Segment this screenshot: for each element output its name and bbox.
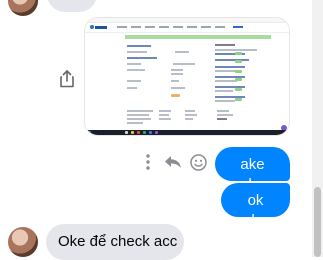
scrollbar[interactable]: [312, 0, 323, 257]
mini-green-button: [235, 98, 242, 101]
mini-green-button: [235, 88, 242, 91]
mini-navlink: [215, 26, 225, 28]
scrollbar-thumb[interactable]: [314, 187, 321, 257]
mini-green-banner: [125, 35, 271, 39]
mini-orange-button: [171, 94, 180, 97]
smiley-icon: [189, 153, 207, 171]
mini-footer-line: [127, 122, 143, 124]
mini-line: [171, 69, 183, 71]
mini-green-button: [235, 52, 242, 55]
mini-line: [215, 70, 237, 72]
more-options-button[interactable]: [141, 152, 155, 172]
mini-line: [127, 87, 137, 89]
mini-heading: [127, 57, 157, 59]
incoming-message-top[interactable]: [47, 0, 97, 12]
incoming-message-text: Oke để check acc: [58, 233, 178, 250]
mini-footer-line: [127, 114, 149, 116]
mini-taskbar: [85, 130, 289, 135]
mini-green-button: [235, 78, 242, 81]
contact-avatar[interactable]: [8, 227, 38, 257]
mini-taskbar-icon: [143, 131, 146, 134]
mini-line: [215, 49, 257, 51]
mini-line: [171, 80, 179, 82]
contact-avatar-top[interactable]: [8, 0, 38, 16]
mini-footer-line: [159, 118, 171, 120]
mini-line: [173, 63, 195, 65]
mini-navlink: [187, 26, 197, 28]
mini-logo: [90, 25, 94, 29]
mini-line: [127, 63, 141, 65]
mini-footer-line: [217, 118, 227, 120]
mini-heading: [127, 45, 151, 47]
mini-navlink: [201, 26, 211, 28]
outgoing-message-text: ok nha: [242, 192, 269, 229]
mini-line: [215, 66, 245, 68]
mini-taskbar-icon: [131, 131, 134, 134]
share-button[interactable]: [50, 62, 84, 96]
reply-icon: [165, 156, 181, 168]
share-icon: [60, 70, 74, 88]
mini-footer-line: [185, 110, 195, 112]
mini-navlink: [233, 26, 243, 28]
chat-thread: ake nha ok nha Oke để check acc: [0, 0, 312, 260]
mini-taskbar-icon: [155, 131, 158, 134]
mini-taskbar-icon: [149, 131, 152, 134]
mini-logo-text: [95, 25, 107, 29]
mini-taskbar-icon: [137, 131, 140, 134]
incoming-message[interactable]: Oke để check acc: [46, 224, 184, 260]
outgoing-message[interactable]: ok nha: [221, 183, 290, 229]
mini-line: [171, 87, 185, 89]
mini-line: [171, 73, 183, 75]
mini-footer-line: [127, 110, 153, 112]
mini-footer-line: [217, 114, 233, 116]
mini-line: [215, 59, 249, 61]
mini-line: [215, 90, 233, 92]
more-vertical-icon: [146, 154, 150, 170]
mini-footer-line: [159, 110, 171, 112]
outgoing-message[interactable]: ake nha: [215, 147, 290, 193]
mini-navlink: [131, 26, 141, 28]
mini-navlink: [145, 26, 155, 28]
mini-footer-line: [159, 114, 169, 116]
mini-navlink: [173, 26, 183, 28]
mini-footer-line: [217, 110, 229, 112]
mini-navbar: [85, 23, 289, 33]
mini-taskbar-icon: [88, 131, 91, 134]
mini-green-button: [235, 60, 242, 63]
mini-line: [215, 44, 235, 46]
mini-navlink: [117, 26, 127, 28]
mini-green-button: [235, 70, 242, 73]
react-button[interactable]: [187, 151, 209, 173]
mini-footer-line: [185, 118, 193, 120]
mini-navlink: [159, 26, 169, 28]
mini-line: [127, 51, 147, 53]
mini-footer-line: [127, 118, 151, 120]
mini-line: [127, 80, 141, 82]
mini-line: [127, 69, 145, 71]
reply-button[interactable]: [162, 152, 184, 172]
screenshot-attachment[interactable]: [84, 17, 290, 136]
mini-line: [215, 80, 237, 82]
mini-line: [215, 100, 235, 102]
mini-taskbar-icon: [125, 131, 128, 134]
mini-line: [175, 51, 189, 53]
mini-footer-line: [185, 114, 197, 116]
